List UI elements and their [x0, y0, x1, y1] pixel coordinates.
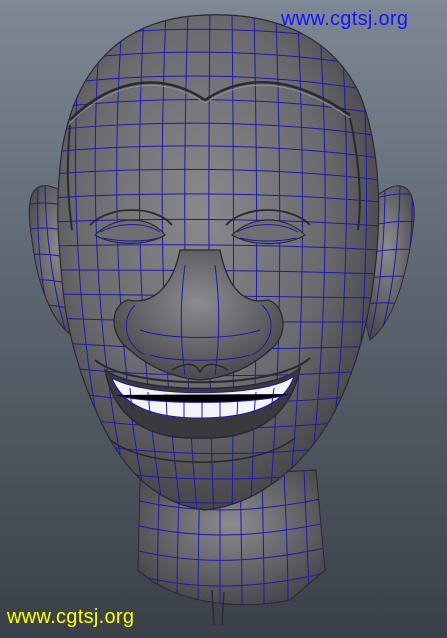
head-model-render: [28, 14, 415, 626]
3d-viewport[interactable]: www.cgtsj.org www.cgtsj.org: [0, 0, 447, 638]
watermark-top: www.cgtsj.org: [281, 8, 409, 30]
watermark-bottom: www.cgtsj.org: [7, 606, 135, 628]
